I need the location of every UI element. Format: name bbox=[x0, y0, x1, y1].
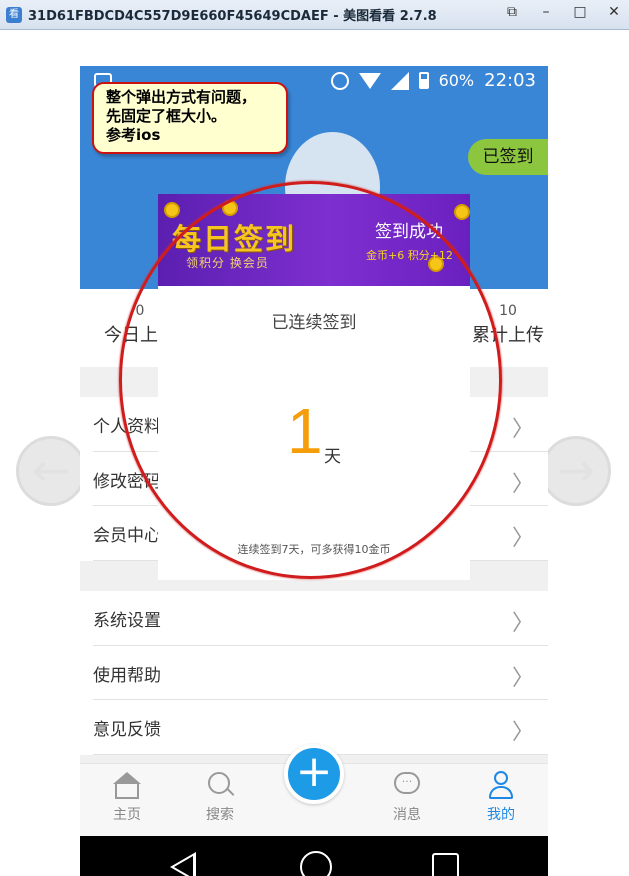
tab-label: 搜索 bbox=[206, 807, 234, 823]
chevron-right-icon: 〉 bbox=[511, 417, 534, 442]
chevron-right-icon: 〉 bbox=[511, 471, 534, 497]
signed-in-button[interactable]: 已签到 bbox=[468, 139, 548, 175]
alarm-icon bbox=[330, 71, 349, 90]
add-button[interactable]: + bbox=[284, 744, 344, 804]
annotation-note: 整个弹出方式有问题， 先固定了框大小。 参考ios bbox=[92, 82, 288, 154]
maximize-icon[interactable]: □ bbox=[573, 5, 587, 19]
back-icon-inner bbox=[174, 856, 193, 876]
coin-icon bbox=[454, 204, 470, 220]
app-icon: 看 bbox=[6, 6, 22, 23]
user-icon bbox=[486, 770, 516, 800]
chevron-right-icon: 〉 bbox=[511, 720, 534, 745]
tab-messages[interactable]: ··· 消息 bbox=[377, 770, 437, 824]
close-icon[interactable]: ✕ bbox=[607, 5, 621, 19]
battery-percent: 60% bbox=[438, 71, 475, 90]
android-navigation-bar bbox=[80, 836, 548, 876]
chevron-right-icon: 〉 bbox=[511, 526, 534, 551]
menu-group-system: 系统设置 〉 使用帮助 〉 意见反馈 〉 bbox=[80, 591, 548, 755]
tab-label: 我的 bbox=[487, 807, 515, 823]
tab-mine[interactable]: 我的 bbox=[471, 770, 531, 824]
menu-item-settings[interactable]: 系统设置 〉 bbox=[93, 591, 548, 646]
tab-home[interactable]: 主页 bbox=[97, 770, 157, 824]
search-icon bbox=[205, 770, 235, 800]
annotation-line: 参考ios bbox=[106, 126, 161, 144]
image-viewer: ← → 60% 22:03 已签到 0 今日上传 10 累计上传 个人资料 〉 … bbox=[0, 31, 629, 876]
minimize-icon[interactable]: – bbox=[539, 5, 553, 19]
window-title: 31D61FBDCD4C557D9E660F45649CDAEF - 美图看看 … bbox=[28, 9, 437, 24]
fullscreen-icon[interactable]: ⧉ bbox=[505, 5, 519, 19]
signal-icon bbox=[390, 71, 409, 90]
tab-label: 消息 bbox=[393, 807, 421, 823]
message-icon: ··· bbox=[392, 770, 422, 800]
menu-item-label: 系统设置 bbox=[93, 611, 161, 631]
home-button-icon[interactable] bbox=[300, 851, 332, 876]
annotation-line: 整个弹出方式有问题， bbox=[106, 88, 257, 106]
menu-item-label: 使用帮助 bbox=[93, 665, 161, 686]
chevron-right-icon: 〉 bbox=[511, 665, 534, 691]
tab-label: 主页 bbox=[113, 807, 141, 823]
menu-item-help[interactable]: 使用帮助 〉 bbox=[93, 646, 548, 700]
recent-apps-icon[interactable] bbox=[432, 853, 459, 876]
wifi-icon bbox=[358, 72, 381, 89]
tab-search[interactable]: 搜索 bbox=[190, 770, 250, 824]
next-image-icon[interactable]: → bbox=[541, 436, 611, 506]
annotation-circle bbox=[119, 181, 502, 579]
menu-item-label: 会员中心 bbox=[93, 526, 161, 546]
menu-item-label: 意见反馈 bbox=[93, 720, 161, 740]
home-icon bbox=[112, 770, 142, 800]
window-titlebar: 看 31D61FBDCD4C557D9E660F45649CDAEF - 美图看… bbox=[0, 0, 629, 30]
annotation-line: 先固定了框大小。 bbox=[106, 107, 227, 125]
battery-icon bbox=[418, 72, 429, 89]
previous-image-icon[interactable]: ← bbox=[16, 436, 86, 506]
chevron-right-icon: 〉 bbox=[511, 611, 534, 636]
status-time: 22:03 bbox=[484, 70, 536, 91]
window-controls: ⧉ – □ ✕ bbox=[505, 5, 621, 19]
